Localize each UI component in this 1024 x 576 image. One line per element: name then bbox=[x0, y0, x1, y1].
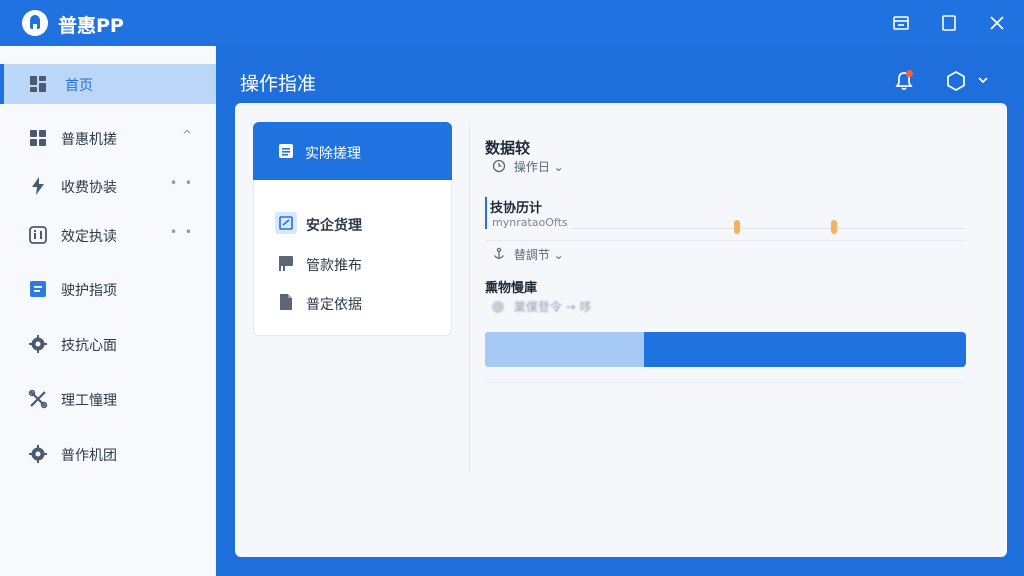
sidebar-item-label: 效定执读 bbox=[61, 229, 117, 245]
sidebar-item-guide[interactable]: 驶护指项 bbox=[0, 269, 216, 309]
section2-title: 熏物慢庫 bbox=[485, 281, 538, 296]
sidebar-item-label: 普惠机搓 bbox=[61, 132, 117, 148]
chevron-down-icon: ⌄ bbox=[553, 248, 564, 262]
divider bbox=[485, 240, 966, 241]
subnav-item-safety[interactable]: 安企货理 bbox=[275, 212, 445, 236]
lightning-icon bbox=[32, 177, 44, 195]
section-title: 数据较 bbox=[485, 139, 531, 157]
gear-icon bbox=[29, 445, 47, 463]
sidebar: 首页 普惠机搓 ^ 收费协装 • • 效定执读 • • 驶护指项 技抗心面 理工… bbox=[0, 46, 216, 576]
progress-bar bbox=[485, 332, 966, 367]
field-label: 技协历计 bbox=[490, 201, 543, 216]
sidebar-item-team[interactable]: 普作机团 bbox=[0, 434, 216, 474]
sidebar-item-fees[interactable]: 收费协装 • • bbox=[0, 166, 216, 206]
subnav-item-publish[interactable]: 管款推布 bbox=[275, 252, 445, 276]
timeline-marker[interactable] bbox=[831, 220, 837, 234]
subnav-item-label: 管款推布 bbox=[306, 258, 362, 274]
document-list-icon bbox=[279, 144, 293, 158]
grid-icon bbox=[30, 130, 46, 146]
timeline-track bbox=[570, 228, 966, 229]
sidebar-item-engineering[interactable]: 理工憧理 bbox=[0, 379, 216, 419]
sidebar-item-label: 技抗心面 bbox=[61, 338, 117, 354]
chevron-up-icon[interactable]: ^ bbox=[182, 128, 194, 142]
tools-icon bbox=[28, 389, 48, 409]
settings-hexagon-icon[interactable] bbox=[945, 70, 967, 92]
app-logo-icon bbox=[22, 10, 48, 36]
maximize-icon[interactable] bbox=[937, 11, 961, 35]
window-restore-icon[interactable] bbox=[889, 11, 913, 35]
document-icon bbox=[30, 281, 46, 297]
file-icon bbox=[280, 294, 292, 310]
timeline-marker[interactable] bbox=[734, 220, 740, 234]
page-title: 操作指准 bbox=[240, 73, 317, 95]
sidebar-item-tech[interactable]: 技抗心面 bbox=[0, 324, 216, 364]
sidebar-item-home[interactable]: 首页 bbox=[0, 64, 216, 104]
notification-dot bbox=[906, 70, 913, 77]
subnav-item-active[interactable]: 实除搓理 bbox=[253, 122, 452, 180]
adjust-dropdown[interactable]: 替調节 ⌄ bbox=[492, 246, 564, 264]
dropdown-label: 替調节 bbox=[513, 248, 550, 262]
subnav-item-label: 普定依据 bbox=[306, 297, 362, 313]
dashboard-icon bbox=[30, 76, 46, 92]
subnav-active-label: 实除搓理 bbox=[305, 146, 361, 162]
app-title: 普惠PP bbox=[58, 15, 124, 37]
subnav-item-basis[interactable]: 普定依据 bbox=[275, 291, 445, 315]
status-dot bbox=[492, 301, 504, 313]
sidebar-item-puhui[interactable]: 普惠机搓 ^ bbox=[0, 118, 216, 158]
blurred-row: 業僕登令 → 哆 bbox=[492, 298, 632, 314]
blurred-text: 業僕登令 → 哆 bbox=[513, 300, 592, 314]
sidebar-item-efficiency[interactable]: 效定执读 • • bbox=[0, 215, 216, 255]
divider bbox=[469, 122, 470, 472]
anchor-icon bbox=[494, 247, 504, 259]
divider bbox=[485, 382, 966, 383]
subnav-item-label: 安企货理 bbox=[306, 218, 362, 234]
card-icon bbox=[275, 212, 297, 234]
title-bar: 普惠PP bbox=[0, 0, 1024, 46]
progress-bar-fill bbox=[485, 332, 644, 367]
sidebar-item-label: 驶护指项 bbox=[61, 283, 117, 299]
clock-icon bbox=[492, 159, 506, 173]
sidebar-item-label: 普作机团 bbox=[61, 448, 117, 464]
flag-icon bbox=[279, 256, 293, 271]
field-value: mynrataoOfts bbox=[492, 216, 568, 229]
more-icon[interactable]: • • bbox=[170, 225, 194, 239]
gear-icon bbox=[29, 335, 47, 353]
more-icon[interactable]: • • bbox=[170, 176, 194, 190]
dropdown-label: 操作日 bbox=[513, 160, 550, 174]
close-icon[interactable] bbox=[985, 11, 1009, 35]
sidebar-item-label: 理工憧理 bbox=[61, 393, 117, 409]
chevron-down-icon[interactable] bbox=[976, 73, 990, 87]
accent-bar bbox=[485, 197, 487, 229]
chevron-down-icon: ⌄ bbox=[553, 160, 564, 174]
sidebar-item-label: 首页 bbox=[65, 78, 93, 94]
date-dropdown[interactable]: 操作日 ⌄ bbox=[492, 158, 564, 176]
info-box-icon bbox=[29, 226, 47, 244]
sidebar-item-label: 收费协装 bbox=[61, 180, 117, 196]
